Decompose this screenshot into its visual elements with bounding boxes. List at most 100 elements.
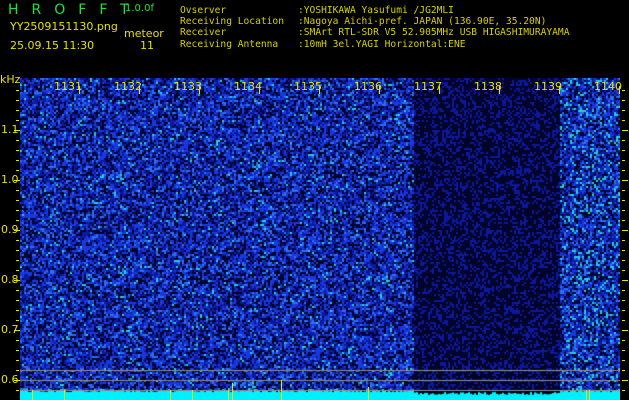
y-tick [622,110,625,111]
y-tick [16,390,19,391]
meteor-echo [170,390,171,400]
y-tick [622,290,625,291]
y-tick [16,260,19,261]
meteor-echo [64,390,65,400]
y-tick [622,240,625,241]
y-tick [14,380,20,381]
datetime-label: 25.09.15 11:30 [10,39,95,52]
spectrogram-canvas [20,78,620,400]
info-antenna: Receiving Antenna:10mH 3el.YAGI Horizont… [180,38,466,50]
y-tick [622,260,625,261]
y-tick [16,170,19,171]
app-title: HROFFT [8,2,142,18]
y-tick [622,390,625,391]
y-tick [16,140,19,141]
meteor-count-value: 11 [140,39,154,52]
y-tick [622,330,628,331]
y-tick [622,270,625,271]
time-tick [619,86,620,94]
time-tick [379,86,380,94]
y-tick [622,310,625,311]
y-tick [16,290,19,291]
time-label: 1133 [174,80,202,93]
y-tick [14,280,20,281]
y-tick [622,320,625,321]
filename-label: YY2509151130.png [10,20,118,33]
y-axis-unit: kHz [0,73,21,86]
y-tick [14,330,20,331]
meteor-echo [232,383,233,400]
y-tick [622,380,628,381]
time-tick [79,86,80,94]
y-tick [16,250,19,251]
time-label: 1140 [594,80,622,93]
y-tick [16,100,19,101]
time-label: 1137 [414,80,442,93]
y-tick [16,360,19,361]
meteor-echo [368,387,369,400]
time-tick [199,86,200,94]
y-tick [622,350,625,351]
y-tick [16,220,19,221]
meteor-echo [32,390,33,400]
time-label: 1132 [114,80,142,93]
y-tick [16,370,19,371]
y-tick [622,250,625,251]
time-label: 1139 [534,80,562,93]
y-tick [14,230,20,231]
y-tick [622,130,628,131]
meteor-echo [228,390,229,400]
meteor-echo [281,380,282,400]
y-tick [622,160,625,161]
time-label: 1134 [234,80,262,93]
time-tick [499,86,500,94]
y-tick [16,340,19,341]
y-tick [14,130,20,131]
y-tick [14,180,20,181]
info-location: Receiving Location:Nagoya Aichi-pref. JA… [180,16,547,28]
y-tick [622,140,625,141]
y-tick [16,190,19,191]
y-tick [622,220,625,221]
y-tick [622,200,625,201]
y-tick [16,270,19,271]
y-tick [16,320,19,321]
y-tick [16,350,19,351]
y-tick [16,310,19,311]
y-tick [622,370,625,371]
time-label: 1135 [294,80,322,93]
y-tick [622,230,628,231]
y-tick [622,300,625,301]
meteor-echo [192,390,193,400]
time-label: 1131 [54,80,82,93]
y-tick [16,240,19,241]
time-label: 1138 [474,80,502,93]
info-receiver: Receiver:SMArt RTL-SDR V5 52.905MHz USB … [180,27,570,39]
y-tick [622,280,628,281]
y-tick [16,200,19,201]
y-tick [622,340,625,341]
y-tick [16,110,19,111]
y-tick [622,360,625,361]
time-tick [559,86,560,94]
time-tick [319,86,320,94]
y-tick [622,190,625,191]
y-tick [622,180,628,181]
y-tick [16,160,19,161]
y-tick [622,120,625,121]
time-tick [439,86,440,94]
y-tick [622,150,625,151]
y-tick [16,210,19,211]
meteor-echo [586,390,587,400]
y-tick [16,300,19,301]
y-tick [622,170,625,171]
y-tick [622,100,625,101]
info-observer: Ovserver:YOSHIKAWA Yasufumi /JG2MLI [180,5,454,16]
time-tick [259,86,260,94]
y-tick [622,90,625,91]
y-tick [622,210,625,211]
y-tick [16,120,19,121]
time-label: 1136 [354,80,382,93]
y-tick [16,150,19,151]
time-tick [139,86,140,94]
